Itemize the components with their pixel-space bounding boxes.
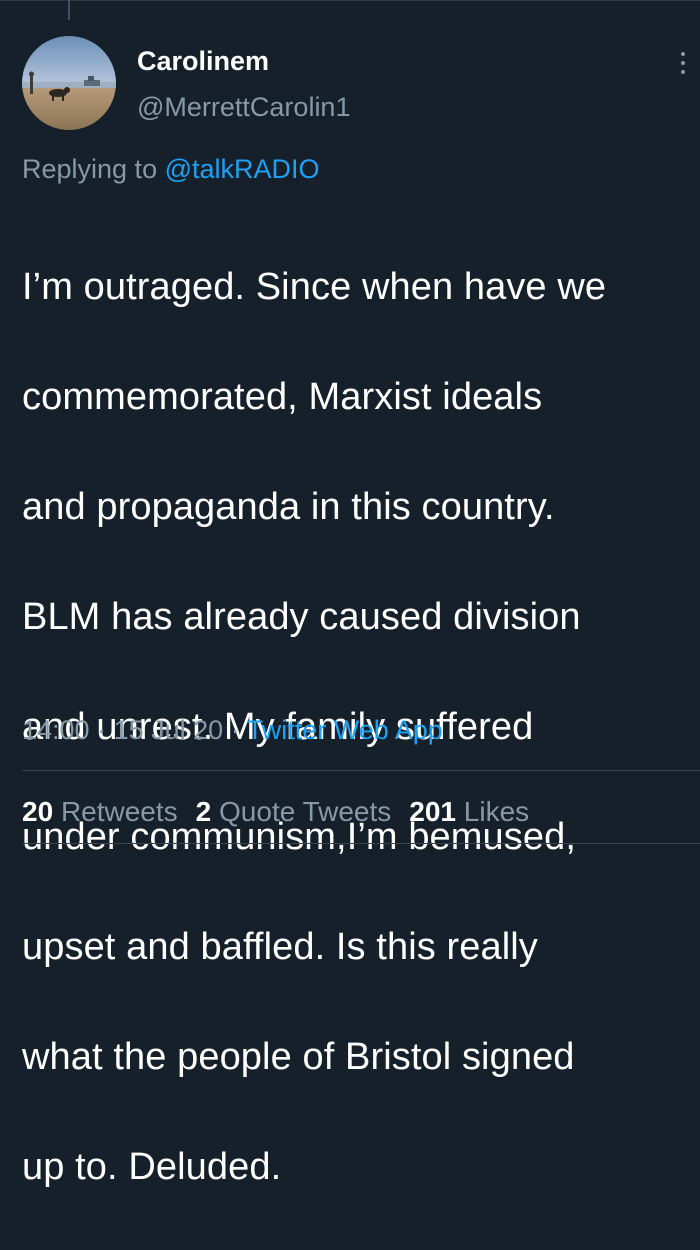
- replying-to: Replying to @talkRADIO: [22, 152, 320, 186]
- meta-separator: ·: [230, 715, 240, 745]
- tweet-text-line: I’m outraged. Since when have we: [22, 266, 607, 308]
- replying-to-label: Replying to: [22, 154, 158, 184]
- thread-connector-line: [68, 0, 70, 20]
- quote-tweets-label: Quote Tweets: [219, 796, 392, 827]
- tweet-time[interactable]: 14:00: [22, 715, 90, 745]
- retweets-stat[interactable]: 20 Retweets: [22, 796, 178, 827]
- likes-count: 201: [409, 796, 456, 827]
- tweet-text-line: upset and baffled. Is this really: [22, 926, 538, 968]
- avatar[interactable]: [22, 36, 116, 130]
- retweets-label: Retweets: [60, 796, 178, 827]
- top-border: [0, 0, 700, 1]
- tweet-source[interactable]: Twitter Web App: [247, 715, 443, 745]
- tweet-meta: 14:00 · 15 Jul 20 · Twitter Web App: [22, 713, 443, 747]
- quote-tweets-count: 2: [195, 796, 212, 827]
- likes-stat[interactable]: 201 Likes: [409, 796, 529, 827]
- tweet-date[interactable]: 15 Jul 20: [114, 715, 224, 745]
- tweet-text-line: BLM has already caused division: [22, 596, 581, 638]
- tweet-text-line: what the people of Bristol signed: [22, 1036, 575, 1078]
- likes-label: Likes: [463, 796, 530, 827]
- user-info: Carolinem @MerrettCarolin1: [137, 44, 350, 124]
- divider: [22, 770, 700, 771]
- display-name[interactable]: Carolinem: [137, 44, 350, 78]
- meta-separator: ·: [97, 715, 107, 745]
- user-handle[interactable]: @MerrettCarolin1: [137, 90, 350, 124]
- tweet-text-line: and propaganda in this country.: [22, 486, 555, 528]
- tweet-stats: 20 Retweets 2 Quote Tweets 201 Likes: [22, 795, 547, 829]
- quote-tweets-stat[interactable]: 2 Quote Tweets: [196, 796, 392, 827]
- tweet-text-line: up to. Deluded.: [22, 1146, 282, 1188]
- replying-to-mention[interactable]: @talkRADIO: [165, 154, 320, 184]
- more-vertical-icon[interactable]: [678, 52, 688, 78]
- retweets-count: 20: [22, 796, 54, 827]
- avatar-image: [22, 36, 116, 130]
- tweet-text-line: commemorated, Marxist ideals: [22, 376, 543, 418]
